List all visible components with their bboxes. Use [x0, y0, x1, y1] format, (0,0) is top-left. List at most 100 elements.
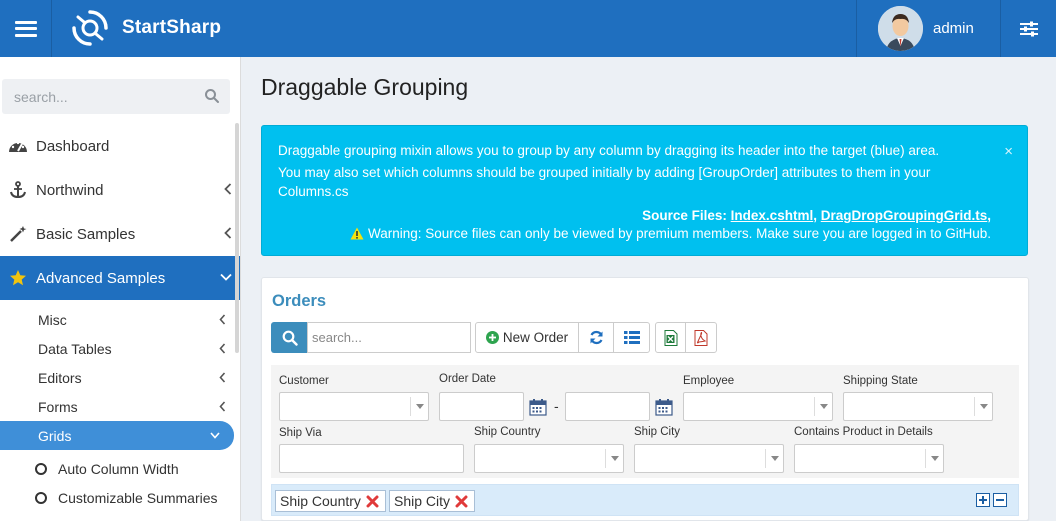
info-callout: Draggable grouping mixin allows you to g… [261, 125, 1028, 256]
quick-search-button[interactable] [271, 322, 308, 353]
new-order-label: New Order [502, 330, 569, 345]
separator: , [813, 208, 817, 223]
ship-country-select[interactable] [474, 444, 624, 473]
group-chip-label: Ship Country [280, 493, 361, 509]
customer-select[interactable] [279, 392, 429, 421]
sidebar-item-label: Northwind [36, 181, 104, 199]
sidebar-subitem-label: Data Tables [38, 340, 112, 357]
search-icon [282, 330, 298, 346]
sidebar-item-basic-samples[interactable]: Basic Samples [0, 212, 240, 256]
sidebar-search-input[interactable] [2, 79, 198, 114]
page-title: Draggable Grouping [261, 74, 469, 100]
hamburger-icon [14, 20, 37, 37]
excel-export-button[interactable] [656, 323, 686, 352]
filter-label-customer: Customer [279, 375, 329, 387]
chevron-left-icon [219, 314, 226, 325]
sidebar-subitem-misc[interactable]: Misc [0, 305, 240, 334]
sidebar-item-advanced-samples[interactable]: Advanced Samples [0, 256, 240, 300]
group-chip-ship-city[interactable]: Ship City [389, 490, 476, 512]
order-date-start-input[interactable] [439, 392, 524, 421]
sidebar-subitem-grids[interactable]: Grids [0, 421, 234, 450]
sidebar-subitem-editors[interactable]: Editors [0, 363, 240, 392]
sidebar-subitem-label: Editors [38, 369, 82, 386]
refresh-button[interactable] [579, 323, 614, 352]
sidebar-scrollbar[interactable] [235, 123, 239, 353]
sidebar-leaf-customizable-summaries[interactable]: Customizable Summaries [0, 483, 240, 512]
group-chip-ship-country[interactable]: Ship Country [275, 490, 386, 512]
calendar-icon[interactable] [529, 398, 547, 416]
chevron-left-icon [224, 183, 232, 195]
chevron-left-icon [219, 401, 226, 412]
anchor-icon [8, 180, 28, 200]
grid-toolbar: New Order [475, 322, 650, 353]
sidebar-subitem-label: Grids [38, 427, 72, 444]
shipping-state-select[interactable] [843, 392, 993, 421]
brand[interactable]: StartSharp [70, 8, 221, 48]
group-drop-area[interactable]: Ship Country Ship City [271, 484, 1019, 516]
filter-label-ship-via: Ship Via [279, 427, 322, 439]
sidebar-subitem-data-tables[interactable]: Data Tables [0, 334, 240, 363]
minus-icon [996, 499, 1004, 501]
callout-text-line: Columns.cs [278, 184, 349, 199]
brand-name: StartSharp [122, 17, 222, 38]
contains-product-select[interactable] [794, 444, 944, 473]
warning-icon [350, 227, 364, 240]
remove-icon[interactable] [455, 495, 468, 508]
user-menu[interactable]: admin [856, 0, 1001, 57]
orders-grid-panel: Orders New Order Customer Order Date [261, 277, 1029, 521]
calendar-icon[interactable] [655, 398, 673, 416]
filter-label-contains-product: Contains Product in Details [794, 426, 933, 438]
settings-button[interactable] [1002, 0, 1056, 57]
caret-down-icon [814, 397, 832, 416]
username: admin [933, 20, 974, 37]
circle-icon [35, 462, 47, 475]
search-icon[interactable] [204, 88, 220, 104]
source-file-link[interactable]: DragDropGroupingGrid.ts [821, 208, 988, 223]
ship-via-input[interactable] [279, 444, 464, 473]
refresh-icon [589, 330, 603, 345]
employee-select[interactable] [683, 392, 833, 421]
close-icon[interactable]: × [1004, 143, 1013, 160]
caret-down-icon [410, 397, 428, 416]
remove-icon[interactable] [366, 495, 379, 508]
top-navbar: StartSharp admin [0, 0, 1056, 57]
sliders-icon [1020, 21, 1038, 36]
expand-all-button[interactable] [976, 493, 990, 507]
warning-text: Warning: Source files can only be viewed… [350, 226, 991, 241]
quick-search-input[interactable] [307, 322, 471, 353]
callout-text-line: Draggable grouping mixin allows you to g… [278, 143, 940, 158]
source-file-link[interactable]: Index.cshtml [731, 208, 814, 223]
column-picker-button[interactable] [614, 323, 649, 352]
pdf-export-button[interactable] [686, 323, 716, 352]
dashboard-icon [8, 136, 28, 156]
new-order-button[interactable]: New Order [476, 323, 579, 352]
source-files-label: Source Files: [642, 208, 727, 223]
filter-label-ship-city: Ship City [634, 426, 681, 438]
sidebar-leaf-label: Auto Column Width [58, 460, 179, 477]
sidebar-item-label: Advanced Samples [36, 269, 166, 287]
plus-circle-icon [485, 331, 499, 344]
ship-city-select[interactable] [634, 444, 784, 473]
sidebar-toggle-button[interactable] [0, 0, 52, 57]
sidebar-item-northwind[interactable]: Northwind [0, 168, 240, 212]
avatar [878, 6, 923, 51]
plus-icon [979, 496, 987, 504]
grid-title: Orders [272, 292, 327, 310]
order-date-end-input[interactable] [565, 392, 650, 421]
magic-wand-icon [8, 224, 28, 244]
sidebar-item-label: Basic Samples [36, 225, 136, 243]
collapse-all-button[interactable] [993, 493, 1007, 507]
sidebar-subitem-forms[interactable]: Forms [0, 392, 240, 421]
source-files: Source Files: Index.cshtml, DragDropGrou… [642, 208, 991, 223]
caret-down-icon [974, 397, 992, 416]
sidebar-leaf-auto-column-width[interactable]: Auto Column Width [0, 454, 240, 483]
sidebar-item-dashboard[interactable]: Dashboard [0, 124, 240, 168]
separator: , [987, 208, 991, 223]
sidebar-item-label: Dashboard [36, 137, 110, 155]
sidebar: Dashboard Northwind Basic Samples Advanc… [0, 57, 241, 521]
chevron-down-icon [210, 432, 220, 439]
star-icon [8, 268, 28, 288]
sidebar-search [2, 79, 230, 114]
list-icon [623, 331, 640, 344]
filter-panel: Customer Order Date - Employee Shipping … [271, 365, 1019, 478]
